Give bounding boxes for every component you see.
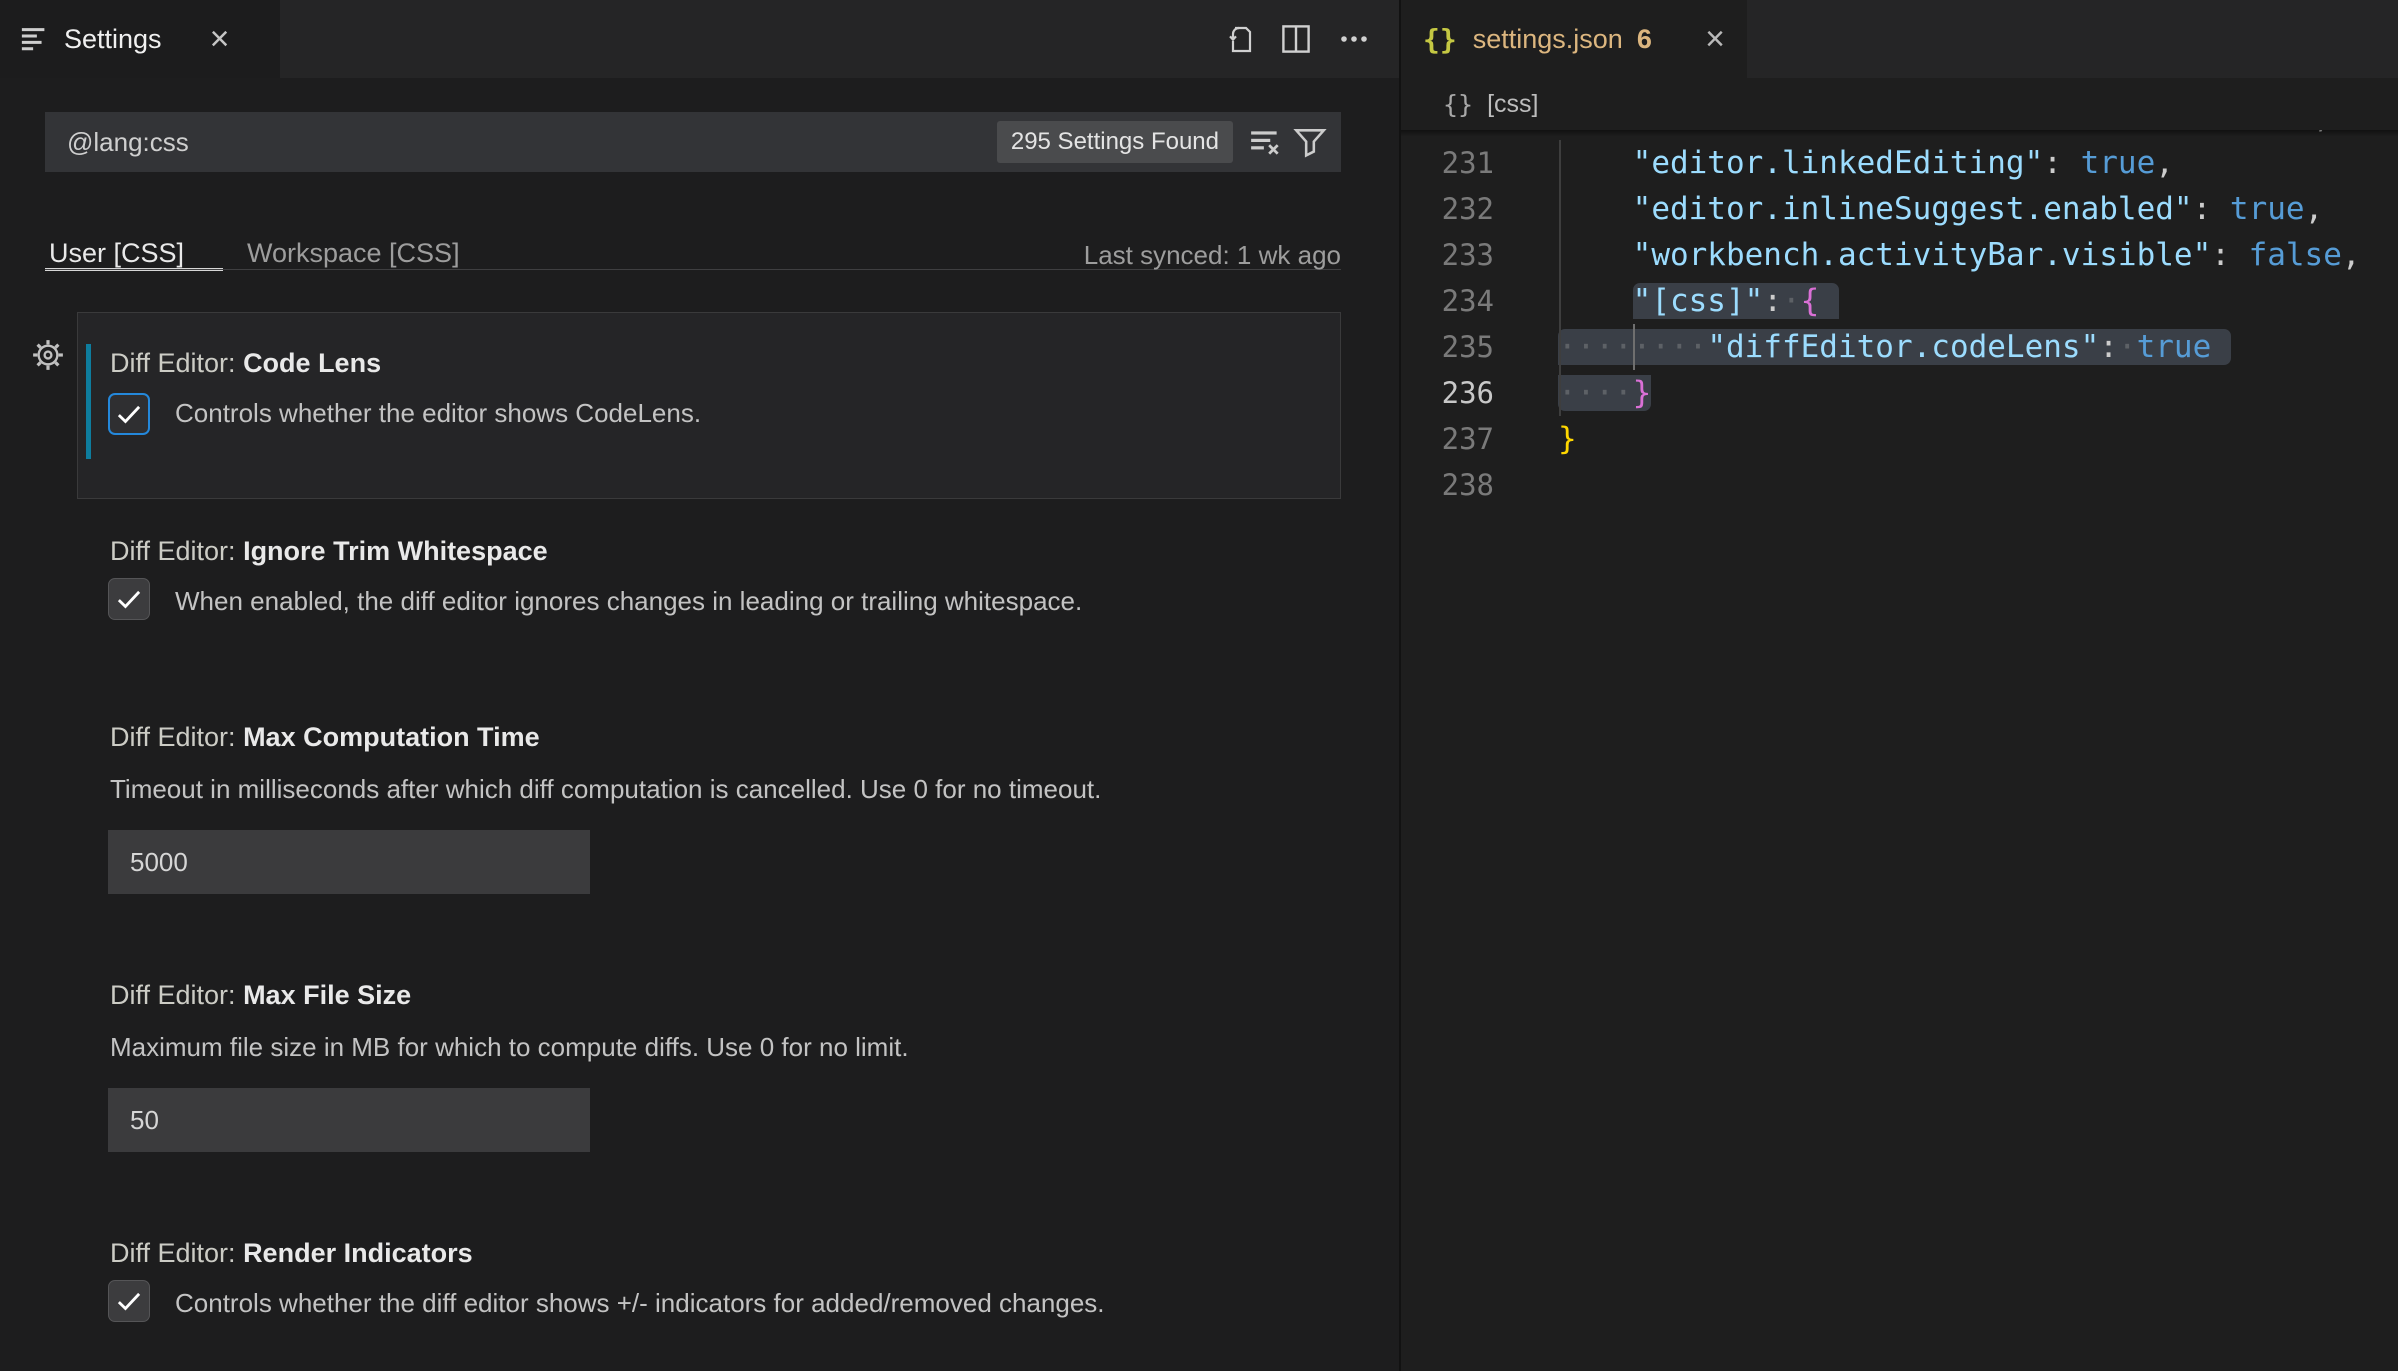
left-editor-actions	[1221, 0, 1371, 78]
selection-highlight: ····}	[1558, 375, 1651, 411]
left-tab-bar: Settings ×	[0, 0, 1399, 78]
code-token: true	[2081, 145, 2156, 181]
settings-search-input[interactable]	[45, 126, 997, 159]
setting-checkbox[interactable]	[108, 1280, 150, 1322]
breadcrumb-item-css[interactable]: [css]	[1487, 90, 1538, 119]
tab-settings-label: Settings	[64, 24, 162, 55]
line-number: 234	[1401, 278, 1494, 324]
setting-gear-icon[interactable]	[31, 338, 65, 372]
clear-filters-icon[interactable]	[1249, 125, 1283, 159]
code-token: :	[2211, 237, 2248, 273]
indent-guide	[1559, 140, 1561, 416]
code-token: "workbench.activityBar.visible"	[1633, 237, 2212, 273]
setting-number-input[interactable]	[108, 830, 590, 894]
code-token: {	[1801, 283, 1820, 319]
settings-search-box: 295 Settings Found	[45, 112, 1341, 172]
vscode-window: Settings ×	[0, 0, 2398, 1371]
setting-category-label: Diff Editor:	[110, 722, 243, 752]
line-number: 232	[1401, 186, 1494, 232]
code-token: ····	[1558, 375, 1633, 411]
selection-highlight: "[css]":·{	[1633, 283, 1840, 319]
code-token: ·	[2118, 329, 2137, 365]
setting-description: Controls whether the editor shows CodeLe…	[175, 398, 701, 429]
code-line[interactable]: "editor.inlineSuggest.enabled": true,	[1558, 186, 2323, 232]
tab-settings-close-icon[interactable]: ×	[210, 22, 230, 56]
last-synced-label: Last synced: 1 wk ago	[45, 240, 1341, 271]
code-token: :	[2043, 145, 2080, 181]
code-token: "editor.linkedEditing"	[1633, 145, 2044, 181]
setting-name-label: Render Indicators	[243, 1238, 473, 1268]
line-number: 233	[1401, 232, 1494, 278]
setting-category-label: Diff Editor:	[110, 536, 243, 566]
code-token: :	[2099, 329, 2118, 365]
setting-description: Controls whether the diff editor shows +…	[175, 1288, 1105, 1319]
code-token: false	[2249, 237, 2342, 273]
line-number: 238	[1401, 462, 1494, 508]
setting-title: Diff Editor: Max File Size	[110, 980, 411, 1011]
settings-editor-group: Settings ×	[0, 0, 1399, 1371]
setting-checkbox[interactable]	[108, 393, 150, 435]
code-token	[1558, 283, 1633, 319]
filter-icon[interactable]	[1293, 125, 1327, 159]
code-token: "[css]"	[1633, 283, 1764, 319]
setting-checkbox[interactable]	[108, 578, 150, 620]
code-line[interactable]: }	[1558, 416, 1577, 462]
setting-name-label: Max Computation Time	[243, 722, 540, 752]
code-token: }	[1558, 421, 1577, 457]
code-token: }	[1633, 375, 1652, 411]
setting-name-label: Code Lens	[243, 348, 381, 378]
setting-number-input[interactable]	[108, 1088, 590, 1152]
tab-settings[interactable]: Settings ×	[0, 0, 280, 78]
open-settings-json-icon[interactable]	[1221, 22, 1255, 56]
setting-title: Diff Editor: Ignore Trim Whitespace	[110, 536, 548, 567]
line-number: 235	[1401, 324, 1494, 370]
setting-description: Maximum file size in MB for which to com…	[110, 1032, 909, 1063]
active-indent-guide	[1633, 324, 1635, 370]
setting-title: Diff Editor: Code Lens	[110, 348, 381, 379]
json-editor-group: {} settings.json 6 × {} [css] ,231 "edit…	[1401, 0, 2398, 1371]
code-line[interactable]: "editor.linkedEditing": true,	[1558, 140, 2174, 186]
code-line[interactable]: ····}	[1558, 370, 1651, 416]
setting-category-label: Diff Editor:	[110, 348, 243, 378]
code-area[interactable]: , 231 "editor.linkedEditing": true, 232 "e…	[1401, 0, 2398, 1371]
setting-description: When enabled, the diff editor ignores ch…	[175, 586, 1082, 617]
setting-category-label: Diff Editor:	[110, 980, 243, 1010]
code-token: ,	[2155, 145, 2174, 181]
breadcrumb-json-icon: {}	[1443, 90, 1473, 119]
more-actions-icon[interactable]	[1337, 22, 1371, 56]
setting-title: Diff Editor: Render Indicators	[110, 1238, 473, 1269]
settings-count-badge: 295 Settings Found	[997, 121, 1233, 163]
code-token: ·	[1782, 283, 1801, 319]
setting-description: Timeout in milliseconds after which diff…	[110, 774, 1101, 805]
code-line[interactable]: ········"diffEditor.codeLens":·true	[1558, 324, 2231, 370]
code-token	[1558, 191, 1633, 227]
code-token: true	[2230, 191, 2305, 227]
scroll-shadow	[1401, 130, 2398, 137]
code-token: ,	[2342, 237, 2361, 273]
setting-category-label: Diff Editor:	[110, 1238, 243, 1268]
line-number: 237	[1401, 416, 1494, 462]
line-number: 231	[1401, 140, 1494, 186]
code-token	[1558, 237, 1633, 273]
setting-name-label: Max File Size	[243, 980, 411, 1010]
code-token	[1558, 145, 1633, 181]
breadcrumb[interactable]: {} [css]	[1401, 78, 2398, 130]
modified-indicator-bar	[86, 344, 91, 459]
code-token: "diffEditor.codeLens"	[1707, 329, 2099, 365]
code-token: "editor.inlineSuggest.enabled"	[1633, 191, 2193, 227]
selection-highlight: ········"diffEditor.codeLens":·true	[1558, 329, 2231, 365]
code-line[interactable]: "workbench.activityBar.visible": false,	[1558, 232, 2361, 278]
line-number: 236	[1401, 370, 1494, 416]
code-token: true	[2137, 329, 2212, 365]
code-token: :	[1763, 283, 1782, 319]
split-editor-icon[interactable]	[1279, 22, 1313, 56]
code-line[interactable]: "[css]":·{	[1558, 278, 1839, 324]
code-token: :	[2193, 191, 2230, 227]
setting-name-label: Ignore Trim Whitespace	[243, 536, 548, 566]
settings-list-icon	[20, 24, 50, 54]
setting-title: Diff Editor: Max Computation Time	[110, 722, 540, 753]
code-token: ,	[2305, 191, 2324, 227]
